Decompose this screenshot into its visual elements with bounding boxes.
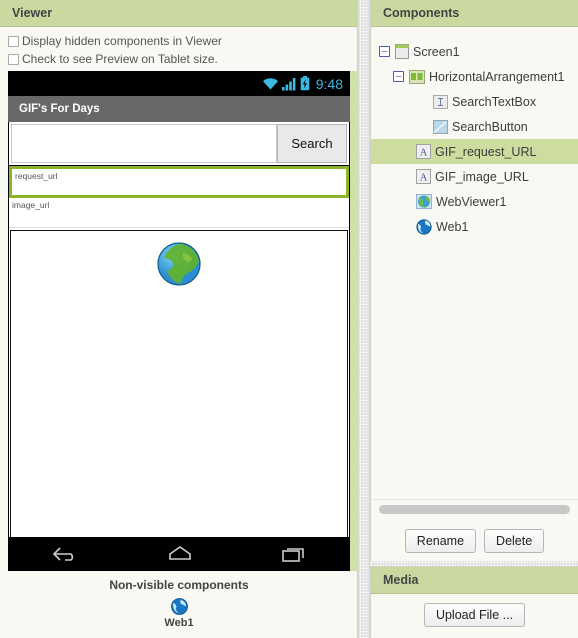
tree-item-searchtextbox[interactable]: SearchTextBox: [371, 89, 578, 114]
battery-icon: [300, 76, 310, 91]
components-panel-header: Components: [371, 0, 578, 27]
wifi-icon: [262, 77, 278, 89]
media-panel-body: Upload File ...: [371, 594, 578, 627]
rename-button[interactable]: Rename: [404, 529, 477, 553]
label-gif-request-url[interactable]: request_url: [9, 166, 349, 198]
webviewer-icon: [416, 194, 432, 209]
tree-item-gif-request-url-label: GIF_request_URL: [435, 144, 537, 159]
non-visible-components-title: Non-visible components: [109, 578, 249, 592]
app-root: Viewer Display hidden components in View…: [0, 0, 578, 638]
phone-preview: 9:48 GIF's For Days Search request_url i…: [8, 71, 350, 571]
tree-item-web1-label: Web1: [436, 219, 469, 234]
checkbox-display-hidden-components-label: Display hidden components in Viewer: [22, 34, 222, 48]
status-bar-clock: 9:48: [315, 75, 343, 92]
tree-item-screen1[interactable]: – Screen1: [371, 39, 578, 64]
svg-text:A: A: [420, 172, 428, 183]
checkbox-tablet-preview-box[interactable]: [8, 54, 19, 65]
status-bar-icons: [262, 76, 310, 91]
tree-item-horizontalarrangement1[interactable]: – HorizontalArrangement1: [371, 64, 578, 89]
label-icon: A: [416, 144, 431, 159]
textbox-icon: [433, 94, 448, 109]
search-button[interactable]: Search: [277, 124, 347, 163]
components-actions: Rename Delete: [371, 525, 578, 557]
label-gif-request-url-text: request_url: [15, 171, 58, 181]
horizontal-arrangement-1: Search: [9, 122, 349, 166]
components-tree: – Screen1 – HorizontalArrangement1 Searc…: [371, 31, 578, 497]
phone-status-bar: 9:48: [8, 71, 350, 96]
webviewer-1[interactable]: [10, 230, 348, 537]
tree-item-searchtextbox-label: SearchTextBox: [452, 94, 537, 109]
phone-app-title-bar: GIF's For Days: [8, 96, 350, 122]
media-panel-header: Media: [371, 567, 578, 594]
checkbox-tablet-preview[interactable]: Check to see Preview on Tablet size.: [8, 51, 349, 68]
tree-item-web1[interactable]: Web1: [371, 214, 578, 239]
checkbox-display-hidden-components[interactable]: Display hidden components in Viewer: [8, 33, 349, 50]
label-gif-image-url[interactable]: image_url: [9, 198, 349, 228]
phone-screen-body: Search request_url image_url: [9, 122, 349, 537]
checkbox-display-hidden-components-box[interactable]: [8, 36, 19, 47]
non-visible-component-web1[interactable]: Web1: [8, 598, 350, 629]
checkbox-tablet-preview-label: Check to see Preview on Tablet size.: [22, 52, 218, 66]
signal-icon: [281, 77, 296, 90]
tree-item-horizontalarrangement1-label: HorizontalArrangement1: [429, 69, 565, 84]
search-textbox[interactable]: [11, 124, 277, 163]
button-icon: [433, 119, 448, 134]
non-visible-component-web1-label: Web1: [164, 617, 194, 629]
phone-nav-bar: [8, 537, 350, 571]
screen-icon: [395, 44, 409, 59]
viewer-canvas-backdrop: [350, 71, 358, 571]
back-icon[interactable]: [50, 544, 80, 564]
globe-blue-icon: [8, 598, 350, 615]
harrangement-icon: [409, 69, 425, 84]
home-icon[interactable]: [165, 544, 195, 564]
viewer-panel: Viewer Display hidden components in View…: [0, 0, 358, 638]
delete-button[interactable]: Delete: [484, 529, 545, 553]
web-icon: [416, 218, 432, 235]
tree-item-searchbutton[interactable]: SearchButton: [371, 114, 578, 139]
label-icon: A: [416, 169, 431, 184]
expander-minus-icon[interactable]: –: [379, 46, 390, 57]
recents-icon[interactable]: [280, 544, 308, 564]
tree-item-gif-image-url-label: GIF_image_URL: [435, 169, 529, 184]
upload-file-button[interactable]: Upload File ...: [423, 603, 526, 627]
components-panel: Components – Screen1 – HorizontalArrange…: [370, 0, 578, 566]
search-button-label: Search: [291, 136, 333, 151]
tree-item-screen1-label: Screen1: [413, 44, 460, 59]
viewer-panel-header: Viewer: [0, 0, 357, 27]
globe-icon: [157, 242, 201, 286]
non-visible-components-section: Non-visible components Web1: [8, 578, 350, 629]
expander-minus-icon[interactable]: –: [393, 71, 404, 82]
svg-text:A: A: [420, 147, 428, 158]
scrollbar-thumb[interactable]: [379, 505, 570, 514]
tree-item-gif-image-url[interactable]: A GIF_image_URL: [371, 164, 578, 189]
media-panel: Media Upload File ...: [370, 566, 578, 638]
panel-splitter[interactable]: [358, 0, 370, 638]
components-tree-horizontal-scrollbar[interactable]: [371, 499, 578, 519]
tree-item-searchbutton-label: SearchButton: [452, 119, 528, 134]
phone-app-title: GIF's For Days: [19, 103, 100, 115]
tree-item-webviewer1[interactable]: WebViewer1: [371, 189, 578, 214]
tree-item-webviewer1-label: WebViewer1: [436, 194, 507, 209]
label-gif-image-url-text: image_url: [12, 200, 50, 210]
tree-item-gif-request-url[interactable]: A GIF_request_URL: [371, 139, 578, 164]
viewer-options: Display hidden components in Viewer Chec…: [0, 27, 357, 68]
